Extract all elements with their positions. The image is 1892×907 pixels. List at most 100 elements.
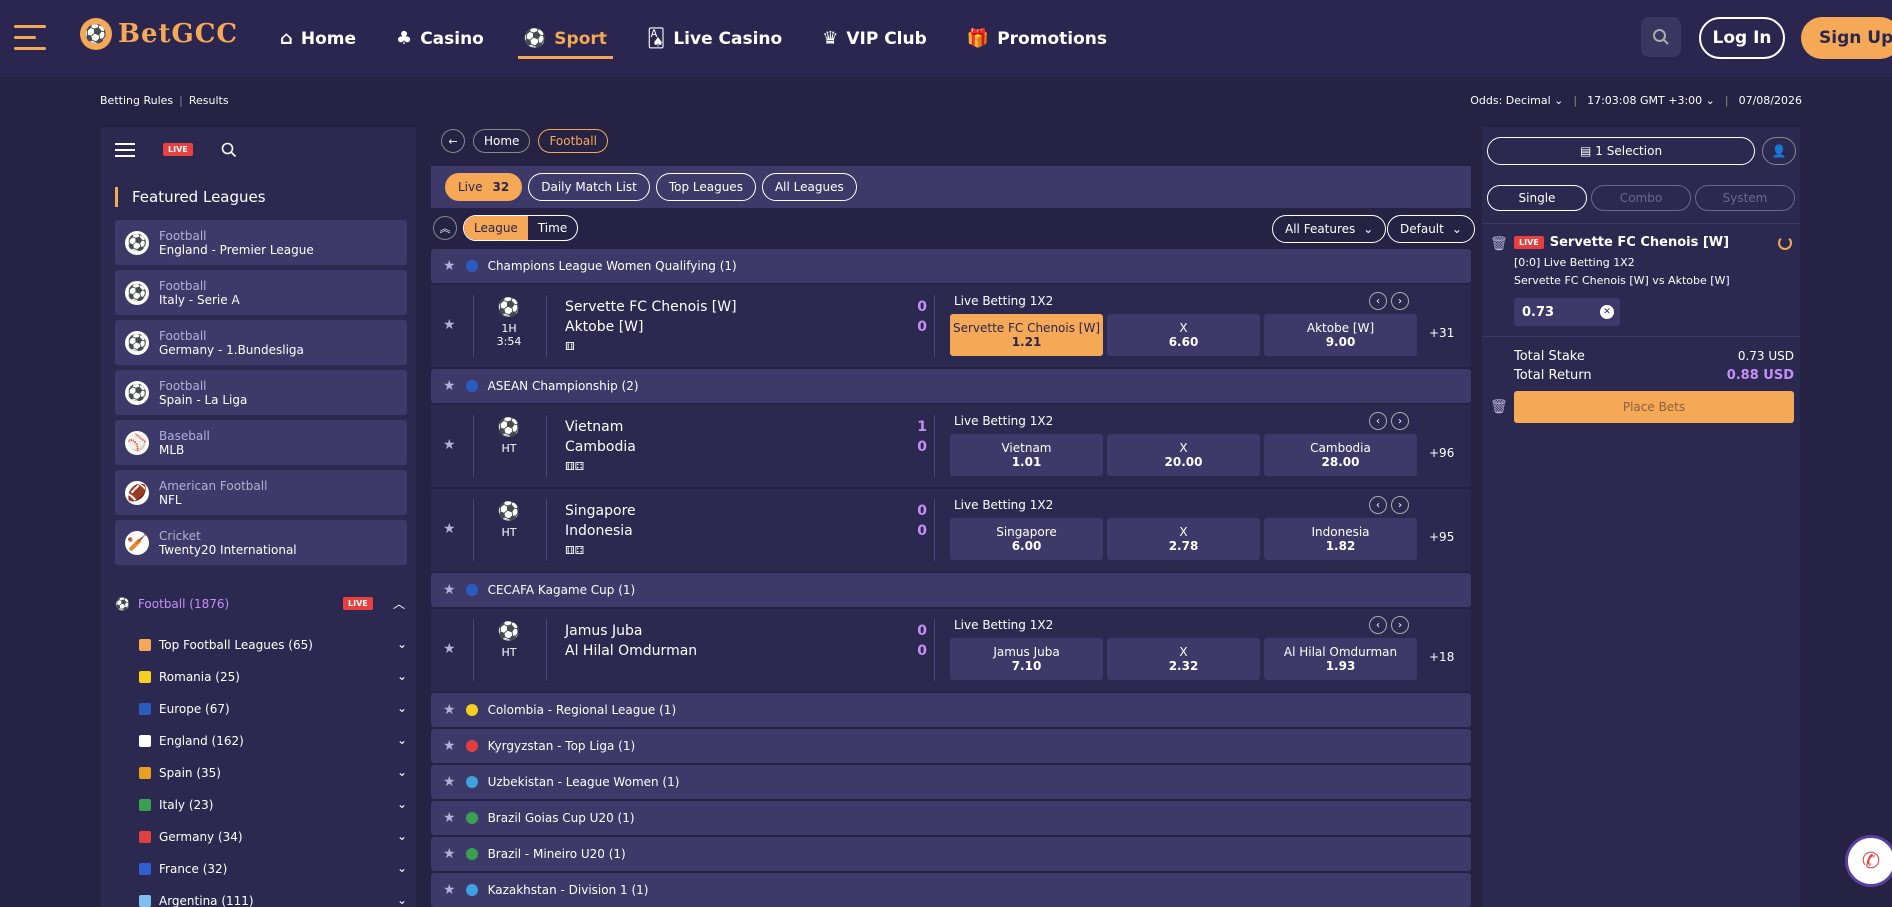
teams[interactable]: Vietnam Cambodia ⚅⚃: [565, 417, 636, 477]
betting-rules-link[interactable]: Betting Rules: [100, 94, 173, 107]
chevron-down-icon[interactable]: ⌄: [397, 829, 407, 843]
featured-league-item[interactable]: ⚽ Football Spain - La Liga: [115, 370, 407, 415]
prev-arrow-icon[interactable]: ‹: [1369, 412, 1387, 430]
features-dropdown[interactable]: All Features ⌄: [1272, 215, 1387, 243]
league-header[interactable]: ★ Brazil - Mineiro U20 (1): [431, 837, 1471, 871]
star-icon[interactable]: ★: [443, 258, 456, 274]
back-arrow-icon[interactable]: ←: [441, 129, 465, 153]
featured-league-item[interactable]: ⚾ Baseball MLB: [115, 420, 407, 465]
more-markets[interactable]: +95: [1429, 530, 1454, 544]
next-arrow-icon[interactable]: ›: [1391, 616, 1409, 634]
league-header[interactable]: ★ Kazakhstan - Division 1 (1): [431, 873, 1471, 907]
star-icon[interactable]: ★: [443, 437, 456, 453]
star-icon[interactable]: ★: [443, 810, 456, 826]
odds-button[interactable]: X 6.60: [1107, 314, 1260, 356]
star-icon[interactable]: ★: [443, 582, 456, 598]
star-icon[interactable]: ★: [443, 641, 456, 657]
odds-button[interactable]: Vietnam 1.01: [950, 434, 1103, 476]
odds-button[interactable]: Cambodia 28.00: [1264, 434, 1417, 476]
next-arrow-icon[interactable]: ›: [1391, 412, 1409, 430]
timezone-select[interactable]: 17:03:08 GMT +3:00 ⌄: [1587, 94, 1715, 107]
nav-live-casino[interactable]: 🂡 Live Casino: [647, 0, 782, 77]
country-item[interactable]: Germany (34) ⌄: [139, 821, 407, 853]
group-by-time[interactable]: Time: [528, 216, 577, 240]
help-chat-icon[interactable]: ✆: [1845, 835, 1892, 887]
brand-logo[interactable]: ⚽ BetGCC: [80, 18, 238, 50]
group-by-league[interactable]: League: [464, 216, 528, 240]
star-icon[interactable]: ★: [443, 378, 456, 394]
league-header[interactable]: ★ Kyrgyzstan - Top Liga (1): [431, 729, 1471, 763]
chevron-down-icon[interactable]: ⌄: [397, 637, 407, 651]
more-markets[interactable]: +96: [1429, 446, 1454, 460]
teams[interactable]: Singapore Indonesia ⚅⚃: [565, 501, 636, 561]
more-markets[interactable]: +31: [1429, 326, 1454, 340]
country-item[interactable]: England (162) ⌄: [139, 725, 407, 757]
odds-button[interactable]: Aktobe [W] 9.00: [1264, 314, 1417, 356]
league-header[interactable]: ★ Brazil Goias Cup U20 (1): [431, 801, 1471, 835]
country-item[interactable]: Spain (35) ⌄: [139, 757, 407, 789]
odds-button[interactable]: Singapore 6.00: [950, 518, 1103, 560]
selection-count-button[interactable]: ▤ 1 Selection: [1487, 137, 1755, 165]
live-filter[interactable]: Live 32: [445, 173, 523, 201]
more-markets[interactable]: +18: [1429, 650, 1454, 664]
stake-input[interactable]: 0.73 ✕: [1514, 298, 1620, 326]
chevron-down-icon[interactable]: ⌄: [397, 669, 407, 683]
nav-promotions[interactable]: 🎁 Promotions: [967, 0, 1107, 77]
star-icon[interactable]: ★: [443, 738, 456, 754]
default-sort-dropdown[interactable]: Default ⌄: [1387, 215, 1475, 243]
clear-icon[interactable]: ✕: [1600, 305, 1614, 319]
odds-button[interactable]: Indonesia 1.82: [1264, 518, 1417, 560]
prev-arrow-icon[interactable]: ‹: [1369, 616, 1387, 634]
star-icon[interactable]: ★: [443, 702, 456, 718]
tab-system[interactable]: System: [1695, 185, 1795, 211]
next-arrow-icon[interactable]: ›: [1391, 292, 1409, 310]
login-button[interactable]: Log In: [1699, 17, 1785, 59]
signup-button[interactable]: Sign Up: [1801, 17, 1892, 59]
teams[interactable]: Jamus Juba Al Hilal Omdurman: [565, 621, 697, 661]
chevron-down-icon[interactable]: ⌄: [397, 893, 407, 907]
odds-format-select[interactable]: Odds: Decimal ⌄: [1470, 94, 1563, 107]
chevron-up-icon[interactable]: ︿: [393, 595, 405, 612]
collapse-all-icon[interactable]: ︽: [433, 216, 457, 240]
odds-button[interactable]: X 2.78: [1107, 518, 1260, 560]
league-header[interactable]: ★ Colombia - Regional League (1): [431, 693, 1471, 727]
teams[interactable]: Servette FC Chenois [W] Aktobe [W] ⚅: [565, 297, 737, 357]
country-item[interactable]: Argentina (111) ⌄: [139, 885, 407, 907]
search-icon[interactable]: [221, 142, 237, 158]
chevron-down-icon[interactable]: ⌄: [397, 861, 407, 875]
star-icon[interactable]: ★: [443, 774, 456, 790]
football-category[interactable]: ⚽ Football (1876) LIVE ︿: [115, 597, 407, 611]
chevron-down-icon[interactable]: ⌄: [397, 765, 407, 779]
league-header[interactable]: ★ ASEAN Championship (2): [431, 369, 1471, 403]
featured-league-item[interactable]: 🏏 Cricket Twenty20 International: [115, 520, 407, 565]
star-icon[interactable]: ★: [443, 846, 456, 862]
chevron-down-icon[interactable]: ⌄: [397, 797, 407, 811]
results-link[interactable]: Results: [189, 94, 229, 107]
star-icon[interactable]: ★: [443, 317, 456, 333]
odds-button[interactable]: Al Hilal Omdurman 1.93: [1264, 638, 1417, 680]
nav-vip-club[interactable]: ♛ VIP Club: [822, 0, 927, 77]
user-icon[interactable]: 👤: [1762, 137, 1796, 165]
daily-match-list-filter[interactable]: Daily Match List: [528, 173, 650, 201]
menu-icon[interactable]: [14, 25, 46, 53]
tab-single[interactable]: Single: [1487, 185, 1587, 211]
odds-button[interactable]: Servette FC Chenois [W] 1.21: [950, 314, 1103, 356]
star-icon[interactable]: ★: [443, 882, 456, 898]
list-menu-icon[interactable]: [115, 139, 135, 161]
trash-icon[interactable]: 🗑: [1490, 236, 1508, 252]
nav-sport[interactable]: ⚽ Sport: [517, 0, 613, 77]
next-arrow-icon[interactable]: ›: [1391, 496, 1409, 514]
country-item[interactable]: Italy (23) ⌄: [139, 789, 407, 821]
country-item[interactable]: Top Football Leagues (65) ⌄: [139, 629, 407, 661]
live-toggle[interactable]: LIVE: [163, 143, 193, 156]
star-icon[interactable]: ★: [443, 521, 456, 537]
prev-arrow-icon[interactable]: ‹: [1369, 496, 1387, 514]
league-header[interactable]: ★ CECAFA Kagame Cup (1): [431, 573, 1471, 607]
odds-button[interactable]: X 20.00: [1107, 434, 1260, 476]
odds-button[interactable]: Jamus Juba 7.10: [950, 638, 1103, 680]
trash-icon[interactable]: 🗑: [1490, 399, 1508, 415]
prev-arrow-icon[interactable]: ‹: [1369, 292, 1387, 310]
featured-league-item[interactable]: ⚽ Football England - Premier League: [115, 220, 407, 265]
country-item[interactable]: France (32) ⌄: [139, 853, 407, 885]
country-item[interactable]: Europe (67) ⌄: [139, 693, 407, 725]
